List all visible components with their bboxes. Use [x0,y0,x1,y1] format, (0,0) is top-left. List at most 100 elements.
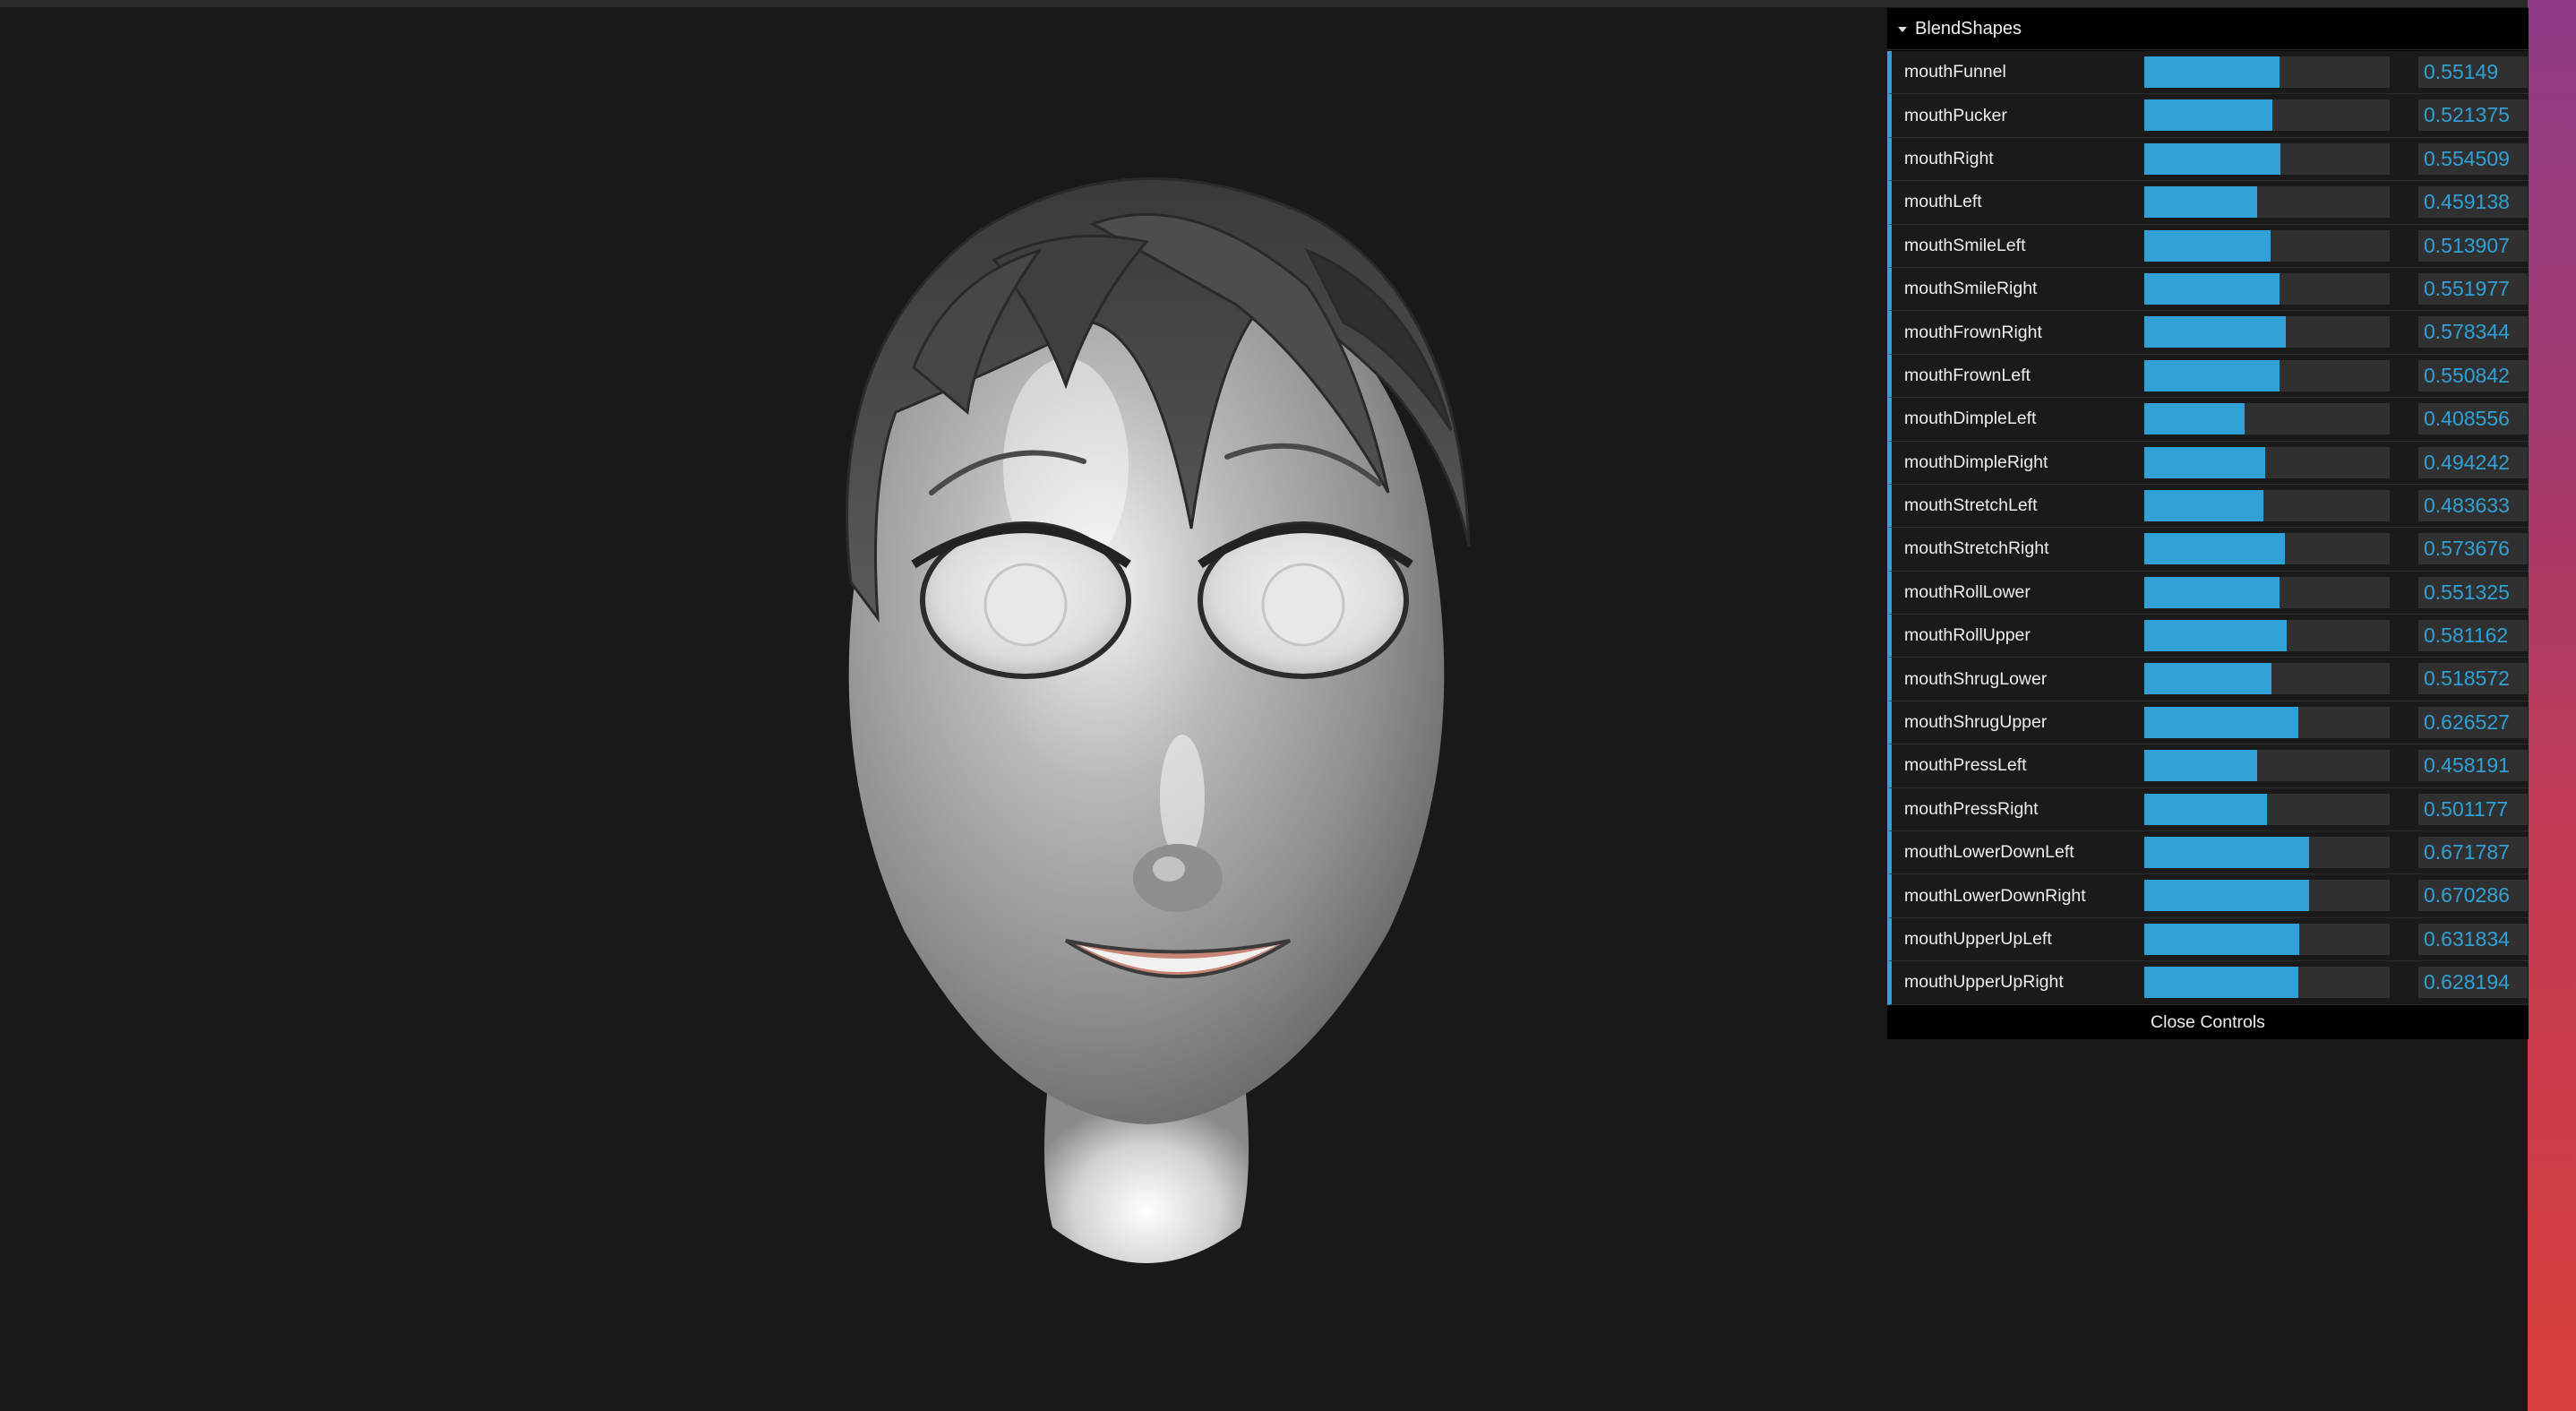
value-number-input[interactable]: 0.631834 [2418,923,2528,955]
value-number-input[interactable]: 0.628194 [2418,967,2528,999]
slider-fill [2144,403,2245,435]
controller-row: mouthRight 0.554509 [1887,137,2529,182]
controller-row: mouthStretchLeft 0.483633 [1887,484,2529,529]
value-slider[interactable] [2144,576,2390,608]
controller-row: mouthSmileRight 0.551977 [1887,267,2529,312]
controller-row: mouthSmileLeft 0.513907 [1887,224,2529,268]
controller-label: mouthLowerDownLeft [1904,842,2074,863]
slider-fill [2144,793,2268,825]
controller-row: mouthShrugUpper 0.626527 [1887,701,2529,745]
value-number-input[interactable]: 0.483633 [2418,489,2528,521]
controller-label: mouthLeft [1904,192,1982,212]
folder-title-blendshapes[interactable]: BlendShapes [1887,8,2529,50]
slider-fill [2144,750,2257,782]
controller-label: mouthSmileRight [1904,279,2038,299]
controller-row: mouthDimpleRight 0.494242 [1887,441,2529,485]
value-slider[interactable] [2144,706,2390,738]
controller-label: mouthFrownLeft [1904,365,2031,385]
value-slider[interactable] [2144,229,2390,262]
controller-row: mouthPucker 0.521375 [1887,94,2529,138]
controller-label: mouthShrugUpper [1904,712,2048,733]
controller-row: mouthFunnel 0.55149 [1887,51,2529,95]
value-number-input[interactable]: 0.513907 [2418,229,2528,262]
controller-label: mouthRight [1904,148,1994,168]
head-model-render [846,177,1471,1263]
controller-label: mouthPucker [1904,105,2007,125]
value-slider[interactable] [2144,272,2390,305]
value-number-input[interactable]: 0.581162 [2418,620,2528,652]
controller-row: mouthPressLeft 0.458191 [1887,744,2529,788]
desktop-background-edge [2528,0,2576,1411]
value-slider[interactable] [2144,750,2390,782]
slider-fill [2144,837,2310,869]
controller-label: mouthPressLeft [1904,755,2027,776]
value-slider[interactable] [2144,923,2390,955]
controller-label: mouthUpperUpRight [1904,972,2064,993]
value-number-input[interactable]: 0.459138 [2418,186,2528,219]
value-slider[interactable] [2144,142,2390,175]
value-slider[interactable] [2144,403,2390,435]
slider-fill [2144,316,2287,348]
value-number-input[interactable]: 0.408556 [2418,403,2528,435]
controller-row: mouthFrownLeft 0.550842 [1887,354,2529,399]
close-controls-button[interactable]: Close Controls [1887,1004,2529,1039]
value-number-input[interactable]: 0.518572 [2418,663,2528,695]
controller-row: mouthLowerDownLeft 0.671787 [1887,831,2529,875]
value-slider[interactable] [2144,99,2390,132]
value-number-input[interactable]: 0.671787 [2418,837,2528,869]
value-slider[interactable] [2144,620,2390,652]
value-number-input[interactable]: 0.501177 [2418,793,2528,825]
controller-row: mouthUpperUpLeft 0.631834 [1887,917,2529,962]
slider-fill [2144,229,2271,262]
value-slider[interactable] [2144,793,2390,825]
value-slider[interactable] [2144,837,2390,869]
controller-row: mouthStretchRight 0.573676 [1887,528,2529,572]
controller-row: mouthUpperUpRight 0.628194 [1887,961,2529,1005]
value-number-input[interactable]: 0.551325 [2418,576,2528,608]
controller-row: mouthLowerDownRight 0.670286 [1887,874,2529,918]
value-number-input[interactable]: 0.551977 [2418,272,2528,305]
value-number-input[interactable]: 0.521375 [2418,99,2528,132]
value-number-input[interactable]: 0.458191 [2418,750,2528,782]
value-slider[interactable] [2144,446,2390,478]
value-number-input[interactable]: 0.670286 [2418,880,2528,912]
value-number-input[interactable]: 0.55149 [2418,56,2528,88]
controller-label: mouthPressRight [1904,798,2039,819]
value-slider[interactable] [2144,967,2390,999]
value-slider[interactable] [2144,186,2390,219]
controller-label: mouthShrugLower [1904,668,2048,689]
folder-title-label: BlendShapes [1915,18,2022,39]
value-number-input[interactable]: 0.554509 [2418,142,2528,175]
value-number-input[interactable]: 0.626527 [2418,706,2528,738]
value-number-input[interactable]: 0.550842 [2418,359,2528,391]
value-slider[interactable] [2144,663,2390,695]
value-slider[interactable] [2144,489,2390,521]
value-slider[interactable] [2144,316,2390,348]
slider-fill [2144,56,2280,88]
value-slider[interactable] [2144,359,2390,391]
slider-fill [2144,576,2280,608]
value-number-input[interactable]: 0.573676 [2418,533,2528,565]
slider-fill [2144,142,2280,175]
slider-fill [2144,99,2272,132]
controller-label: mouthRollUpper [1904,625,2031,646]
value-slider[interactable] [2144,533,2390,565]
value-number-input[interactable]: 0.578344 [2418,316,2528,348]
controller-row: mouthRollUpper 0.581162 [1887,615,2529,658]
slider-fill [2144,620,2288,652]
controller-label: mouthLowerDownRight [1904,885,2086,906]
slider-fill [2144,706,2298,738]
controller-label: mouthDimpleRight [1904,452,2048,472]
slider-fill [2144,533,2286,565]
controller-label: mouthFunnel [1904,62,2006,82]
value-slider[interactable] [2144,880,2390,912]
value-slider[interactable] [2144,56,2390,88]
controller-label: mouthStretchRight [1904,538,2049,559]
caret-down-icon [1898,27,1907,32]
controller-label: mouthDimpleLeft [1904,409,2037,429]
controller-row: mouthPressRight 0.501177 [1887,787,2529,832]
controller-label: mouthSmileLeft [1904,235,2026,255]
slider-fill [2144,967,2299,999]
slider-fill [2144,489,2263,521]
value-number-input[interactable]: 0.494242 [2418,446,2528,478]
